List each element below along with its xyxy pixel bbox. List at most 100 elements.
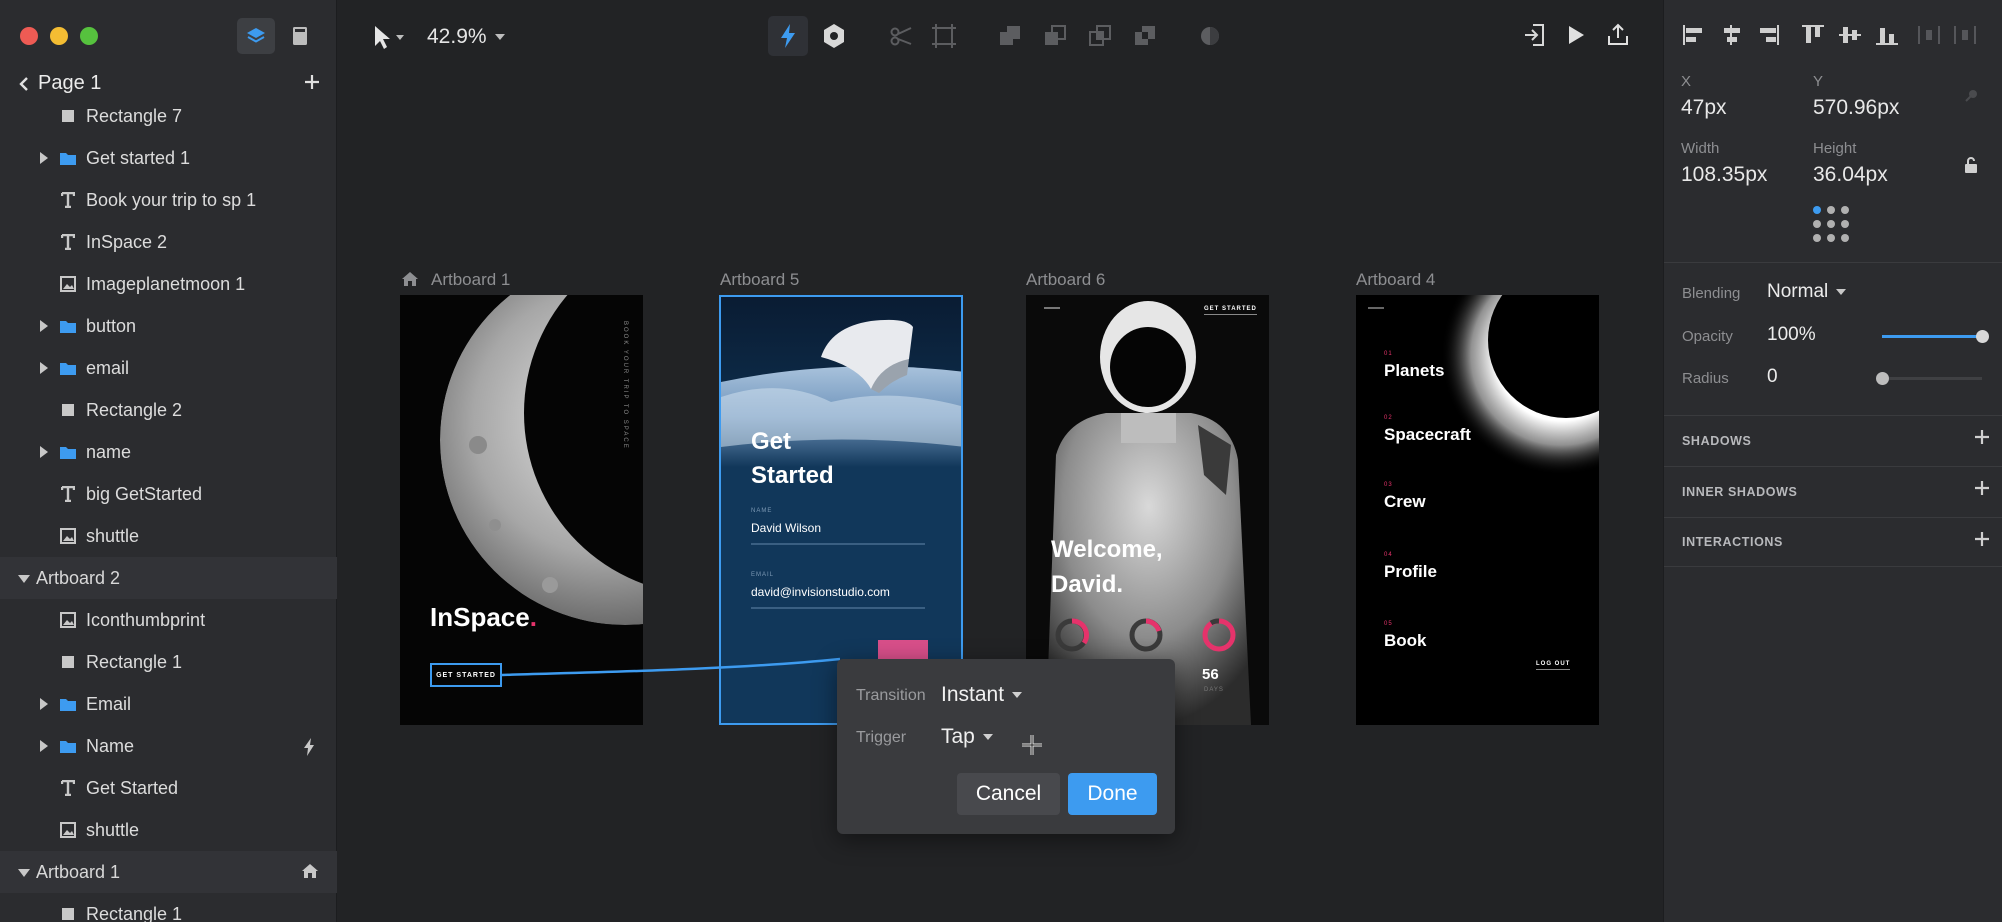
radius-slider-knob[interactable] [1876, 372, 1889, 385]
artboard-6-label[interactable]: Artboard 6 [1026, 270, 1105, 290]
close-window-button[interactable] [20, 27, 38, 45]
disclosure-triangle-icon[interactable] [40, 446, 48, 458]
preview-play-button[interactable] [1559, 16, 1593, 54]
menu-icon[interactable] [1368, 307, 1384, 309]
align-top-button[interactable] [1800, 24, 1826, 46]
prototype-mode-button[interactable] [768, 16, 808, 56]
trigger-dropdown[interactable]: Tap [941, 725, 994, 749]
subtract-button[interactable] [1037, 18, 1073, 54]
radius-input[interactable]: 0 [1767, 366, 1778, 388]
disclosure-triangle-icon[interactable] [18, 575, 30, 583]
layer-row[interactable]: Book your trip to sp 1 [0, 179, 337, 221]
layer-row[interactable]: Rectangle 7 [0, 95, 337, 137]
add-page-button[interactable] [303, 73, 321, 91]
artboard-5-label[interactable]: Artboard 5 [720, 270, 799, 290]
page-back-button[interactable]: Page 1 [18, 72, 101, 95]
menu-item-book[interactable]: Book [1384, 631, 1427, 651]
artboard-1-label[interactable]: Artboard 1 [431, 270, 510, 290]
email-field[interactable]: david@invisionstudio.com [751, 585, 890, 599]
transition-dropdown[interactable]: Instant [941, 683, 1023, 707]
artboard-4-label[interactable]: Artboard 4 [1356, 270, 1435, 290]
y-input[interactable]: 570.96px [1813, 96, 1899, 120]
pin-icon[interactable] [1963, 88, 1979, 104]
maximize-window-button[interactable] [80, 27, 98, 45]
layer-row[interactable]: Email [0, 683, 337, 725]
cancel-button[interactable]: Cancel [957, 773, 1060, 815]
menu-item-profile[interactable]: Profile [1384, 562, 1437, 582]
plus-icon[interactable] [1973, 428, 1991, 446]
layer-row[interactable]: Get started 1 [0, 137, 337, 179]
home-icon[interactable] [301, 863, 319, 879]
align-left-button[interactable] [1681, 24, 1707, 46]
select-tool-button[interactable] [366, 22, 410, 52]
layer-row[interactable]: Rectangle 2 [0, 389, 337, 431]
align-bottom-button[interactable] [1874, 24, 1900, 46]
layers-tab[interactable] [237, 18, 275, 54]
opacity-slider[interactable] [1882, 330, 1989, 343]
import-button[interactable] [1517, 16, 1551, 54]
layer-row[interactable]: shuttle [0, 809, 337, 851]
scissors-icon [889, 25, 913, 47]
lock-icon[interactable] [1963, 156, 1979, 174]
disclosure-triangle-icon[interactable] [18, 869, 30, 877]
distribute-horizontal-button[interactable] [1916, 24, 1942, 46]
difference-button[interactable] [1127, 18, 1163, 54]
intersect-button[interactable] [1082, 18, 1118, 54]
layer-row[interactable]: Iconthumbprint [0, 599, 337, 641]
union-button[interactable] [992, 18, 1028, 54]
layer-row[interactable]: Rectangle 1 [0, 641, 337, 683]
menu-icon[interactable] [1044, 307, 1060, 309]
menu-item-planets[interactable]: Planets [1384, 361, 1444, 381]
disclosure-triangle-icon[interactable] [40, 698, 48, 710]
scissors-tool-button[interactable] [883, 18, 919, 54]
log-out-link[interactable]: LOG OUT [1536, 661, 1571, 670]
layer-row[interactable]: name [0, 431, 337, 473]
layer-row[interactable]: InSpace 2 [0, 221, 337, 263]
disclosure-triangle-icon[interactable] [40, 320, 48, 332]
align-middle-vertical-button[interactable] [1837, 24, 1863, 46]
radius-slider[interactable] [1876, 372, 1982, 385]
layer-row[interactable]: Get Started [0, 767, 337, 809]
layer-group-row[interactable]: Artboard 1 [0, 851, 337, 893]
menu-item-crew[interactable]: Crew [1384, 492, 1426, 512]
layer-row[interactable]: email [0, 347, 337, 389]
assets-tab[interactable] [281, 18, 319, 54]
minimize-window-button[interactable] [50, 27, 68, 45]
align-right-button[interactable] [1755, 24, 1781, 46]
mask-button[interactable] [1192, 18, 1228, 54]
layer-row[interactable]: shuttle [0, 515, 337, 557]
lightning-icon[interactable] [302, 737, 316, 757]
plus-icon[interactable] [1973, 530, 1991, 548]
distribute-vertical-button[interactable] [1952, 24, 1978, 46]
name-field[interactable]: David Wilson [751, 521, 821, 535]
done-button[interactable]: Done [1068, 773, 1157, 815]
share-button[interactable] [1601, 16, 1635, 54]
component-button[interactable] [814, 16, 854, 56]
top-get-started-link[interactable]: GET STARTED [1204, 306, 1257, 315]
layer-row[interactable]: button [0, 305, 337, 347]
blending-dropdown[interactable]: Normal [1767, 281, 1847, 303]
align-center-horizontal-button[interactable] [1718, 24, 1744, 46]
opacity-slider-knob[interactable] [1976, 330, 1989, 343]
shadows-section[interactable]: SHADOWS [1664, 415, 2002, 465]
zoom-dropdown[interactable]: 42.9% [427, 22, 506, 52]
layer-row[interactable]: Imageplanetmoon 1 [0, 263, 337, 305]
constraints-grid-icon[interactable] [1810, 203, 1856, 249]
interactions-section[interactable]: INTERACTIONS [1664, 517, 2002, 567]
layer-row[interactable]: Rectangle 1 [0, 893, 337, 922]
disclosure-triangle-icon[interactable] [40, 362, 48, 374]
crop-tool-button[interactable] [926, 18, 962, 54]
disclosure-triangle-icon[interactable] [40, 740, 48, 752]
plus-icon[interactable] [1973, 479, 1991, 497]
layer-row[interactable]: big GetStarted [0, 473, 337, 515]
inner-shadows-section[interactable]: INNER SHADOWS [1664, 466, 2002, 516]
width-input[interactable]: 108.35px [1681, 163, 1767, 187]
height-input[interactable]: 36.04px [1813, 163, 1888, 187]
disclosure-triangle-icon[interactable] [40, 152, 48, 164]
artboard-4[interactable]: 01 Planets 02 Spacecraft 03 Crew 04 Profile 05 Bo… [1356, 295, 1599, 725]
opacity-input[interactable]: 100% [1767, 324, 1816, 346]
x-input[interactable]: 47px [1681, 96, 1727, 120]
menu-item-spacecraft[interactable]: Spacecraft [1384, 425, 1471, 445]
layer-row[interactable]: Name [0, 725, 337, 767]
layer-group-row[interactable]: Artboard 2 [0, 557, 337, 599]
